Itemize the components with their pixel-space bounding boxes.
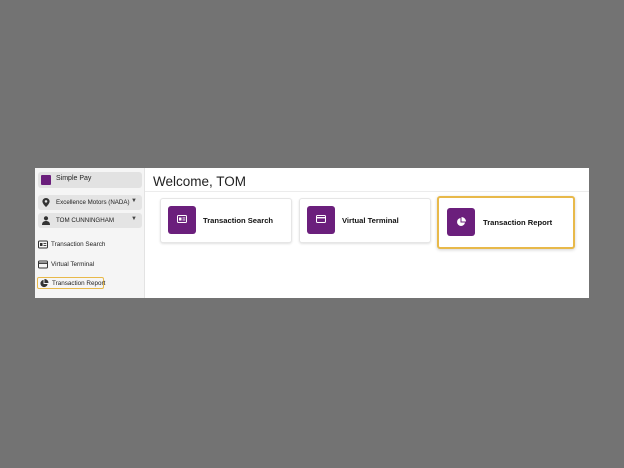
sidebar-item-transaction-report[interactable]: Transaction Report	[37, 277, 106, 289]
card-label: Transaction Report	[483, 218, 553, 227]
brand-label: Simple Pay	[56, 175, 92, 182]
location-selector[interactable]: Excellence Motors (NADA) ▼	[38, 195, 142, 210]
chevron-down-icon: ▼	[131, 216, 137, 222]
credit-card-icon	[38, 260, 48, 269]
id-card-icon	[177, 215, 187, 223]
card-label: Virtual Terminal	[342, 216, 399, 225]
user-icon	[42, 216, 50, 225]
page-title: Welcome, TOM	[153, 174, 247, 189]
divider	[145, 191, 589, 192]
card-transaction-search[interactable]: Transaction Search	[160, 198, 292, 243]
user-selector[interactable]: TOM CUNNINGHAM ▼	[38, 213, 142, 228]
app-window: Simple Pay Excellence Motors (NADA) ▼ TO…	[35, 168, 589, 298]
sidebar-item-virtual-terminal[interactable]: Virtual Terminal	[37, 258, 141, 271]
location-pin-icon	[42, 198, 50, 207]
pie-chart-icon	[457, 217, 466, 226]
id-card-icon	[38, 240, 48, 249]
card-virtual-terminal[interactable]: Virtual Terminal	[299, 198, 431, 243]
main-content: Welcome, TOM Transaction Search Virtual …	[145, 168, 589, 298]
credit-card-icon	[316, 215, 326, 223]
pie-chart-icon	[40, 279, 49, 288]
card-transaction-report[interactable]: Transaction Report	[437, 196, 575, 249]
card-icon-tile	[447, 208, 475, 236]
sidebar: Simple Pay Excellence Motors (NADA) ▼ TO…	[35, 168, 145, 298]
card-icon-tile	[307, 206, 335, 234]
simple-pay-logo	[41, 175, 51, 185]
card-label: Transaction Search	[203, 216, 274, 225]
sidebar-item-label: Transaction Report	[52, 280, 106, 287]
brand-header[interactable]: Simple Pay	[38, 172, 142, 188]
user-selector-label: TOM CUNNINGHAM	[56, 216, 114, 224]
sidebar-item-label: Transaction Search	[51, 241, 106, 248]
sidebar-item-transaction-search[interactable]: Transaction Search	[37, 238, 141, 251]
chevron-down-icon: ▼	[131, 198, 137, 204]
sidebar-item-label: Virtual Terminal	[51, 261, 95, 268]
location-selector-label: Excellence Motors (NADA)	[56, 198, 130, 206]
card-icon-tile	[168, 206, 196, 234]
